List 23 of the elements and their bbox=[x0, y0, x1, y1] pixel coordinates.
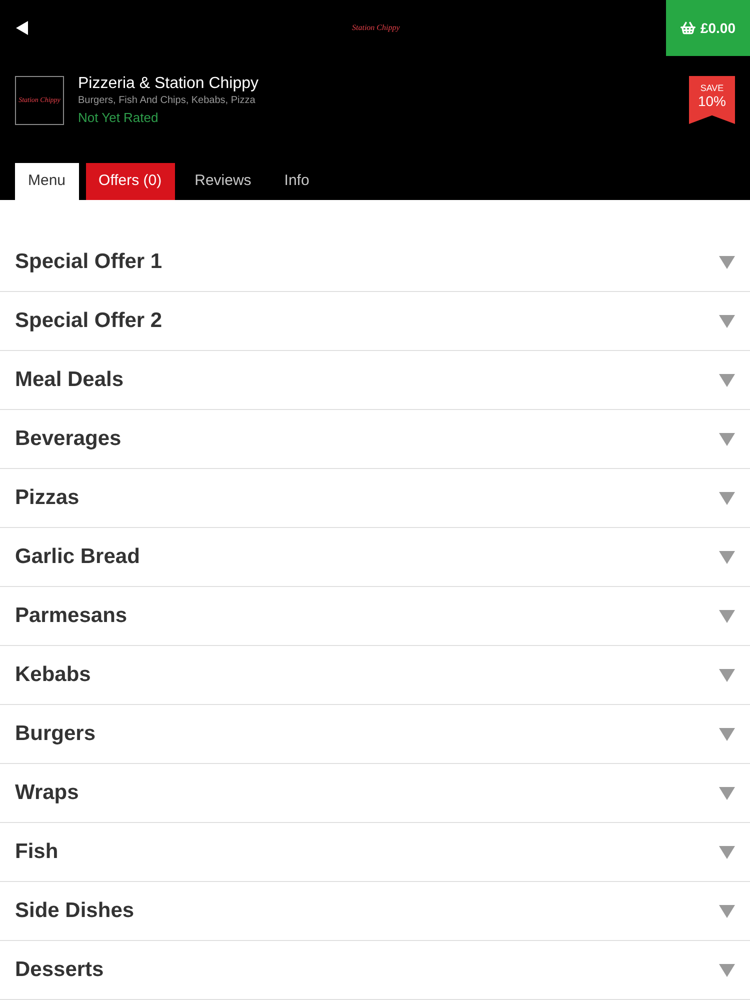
category-row[interactable]: Pizzas bbox=[0, 469, 750, 528]
category-row[interactable]: Desserts bbox=[0, 941, 750, 1000]
rating-text: Not Yet Rated bbox=[78, 109, 160, 127]
category-row[interactable]: Side Dishes bbox=[0, 882, 750, 941]
category-row[interactable]: Meal Deals bbox=[0, 351, 750, 410]
category-row[interactable]: Wraps bbox=[0, 764, 750, 823]
tab[interactable]: Offers (0) bbox=[86, 163, 175, 200]
category-row[interactable]: Fish bbox=[0, 823, 750, 882]
category-row[interactable]: Parmesans bbox=[0, 587, 750, 646]
restaurant-name: Pizzeria & Station Chippy bbox=[78, 74, 259, 94]
category-row[interactable]: Special Offer 2 bbox=[0, 292, 750, 351]
logo-text: Station Chippy bbox=[352, 22, 400, 33]
category-row[interactable]: Special Offer 1 bbox=[0, 233, 750, 292]
cuisine-list: Burgers, Fish And Chips, Kebabs, Pizza bbox=[78, 94, 259, 108]
back-arrow-icon bbox=[16, 21, 28, 35]
tab[interactable]: Menu bbox=[15, 163, 79, 200]
category-row[interactable]: Garlic Bread bbox=[0, 528, 750, 587]
category-row[interactable]: Beverages bbox=[0, 410, 750, 469]
save-label: SAVE bbox=[700, 83, 724, 93]
category-row[interactable]: Kebabs bbox=[0, 646, 750, 705]
discount-value: 10% bbox=[698, 93, 726, 109]
basket-icon bbox=[680, 20, 696, 36]
category-row[interactable]: Burgers bbox=[0, 705, 750, 764]
